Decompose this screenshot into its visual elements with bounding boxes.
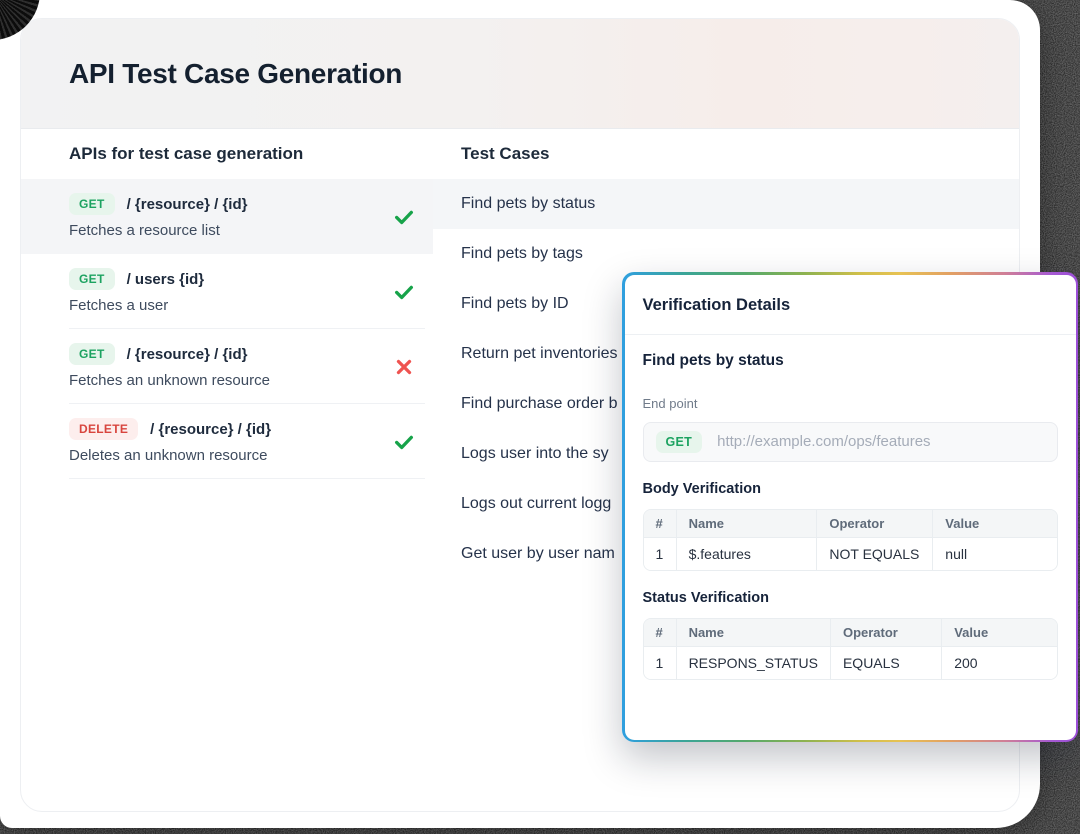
endpoint-label: End point bbox=[643, 396, 1058, 411]
column-header: Value bbox=[933, 509, 1057, 537]
cell-operator: NOT EQUALS bbox=[817, 537, 933, 570]
cell-index: 1 bbox=[643, 646, 676, 679]
status-cross-icon bbox=[393, 356, 415, 378]
column-header: # bbox=[643, 618, 676, 646]
endpoint-placeholder: http://example.com/ops/features bbox=[717, 433, 930, 450]
status-verification-table: # Name Operator Value 1 RESPONS_STATUS E… bbox=[643, 618, 1058, 680]
column-header: Operator bbox=[817, 509, 933, 537]
verification-details-title: Verification Details bbox=[625, 275, 1076, 335]
api-description: Fetches an unknown resource bbox=[69, 372, 417, 389]
test-case-item[interactable]: Find pets by status bbox=[433, 179, 1019, 229]
cell-name: $.features bbox=[676, 537, 817, 570]
cell-value: null bbox=[933, 537, 1057, 570]
api-list-item[interactable]: DELETE / {resource} / {id} Deletes an un… bbox=[21, 404, 433, 479]
endpoint-method-badge: GET bbox=[656, 431, 703, 453]
cell-operator: EQUALS bbox=[830, 646, 941, 679]
cell-value: 200 bbox=[942, 646, 1057, 679]
body-verification-title: Body Verification bbox=[643, 481, 1058, 497]
column-header: Name bbox=[676, 618, 830, 646]
status-check-icon bbox=[393, 281, 415, 303]
verification-test-name: Find pets by status bbox=[643, 352, 1058, 370]
api-panel: APIs for test case generation GET / {res… bbox=[21, 129, 433, 579]
api-path: / {resource} / {id} bbox=[150, 421, 271, 438]
table-row: 1 $.features NOT EQUALS null bbox=[643, 537, 1057, 570]
test-cases-title: Test Cases bbox=[433, 129, 1019, 179]
body-verification-table: # Name Operator Value 1 $.features NOT E… bbox=[643, 509, 1058, 571]
column-header: Value bbox=[942, 618, 1057, 646]
card-header: API Test Case Generation bbox=[21, 19, 1019, 129]
column-header: # bbox=[643, 509, 676, 537]
api-list-item[interactable]: GET / users {id} Fetches a user bbox=[21, 254, 433, 329]
api-path: / {resource} / {id} bbox=[127, 346, 248, 363]
verification-details-panel: Verification Details Find pets by status… bbox=[622, 272, 1078, 742]
endpoint-field[interactable]: GET http://example.com/ops/features bbox=[643, 422, 1058, 462]
cell-name: RESPONS_STATUS bbox=[676, 646, 830, 679]
api-list-item[interactable]: GET / {resource} / {id} Fetches an unkno… bbox=[21, 329, 433, 404]
screen: API Test Case Generation APIs for test c… bbox=[0, 0, 1080, 834]
status-verification-title: Status Verification bbox=[643, 590, 1058, 606]
page-title: API Test Case Generation bbox=[69, 58, 402, 90]
api-path: / {resource} / {id} bbox=[127, 196, 248, 213]
api-description: Fetches a user bbox=[69, 297, 417, 314]
status-check-icon bbox=[393, 431, 415, 453]
api-list-item[interactable]: GET / {resource} / {id} Fetches a resour… bbox=[21, 179, 433, 254]
method-badge: GET bbox=[69, 343, 115, 365]
api-path: / users {id} bbox=[127, 271, 205, 288]
method-badge: GET bbox=[69, 268, 115, 290]
api-description: Deletes an unknown resource bbox=[69, 447, 417, 464]
api-description: Fetches a resource list bbox=[69, 222, 417, 239]
api-panel-title: APIs for test case generation bbox=[21, 129, 433, 179]
status-check-icon bbox=[393, 206, 415, 228]
column-header: Operator bbox=[830, 618, 941, 646]
table-row: 1 RESPONS_STATUS EQUALS 200 bbox=[643, 646, 1057, 679]
cell-index: 1 bbox=[643, 537, 676, 570]
column-header: Name bbox=[676, 509, 817, 537]
method-badge: DELETE bbox=[69, 418, 138, 440]
method-badge: GET bbox=[69, 193, 115, 215]
